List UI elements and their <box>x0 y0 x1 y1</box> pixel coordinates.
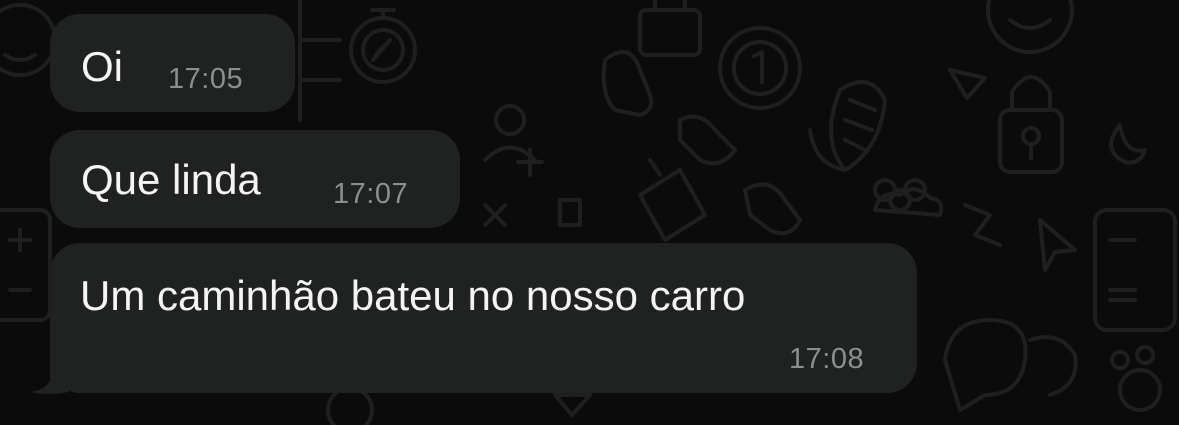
message-bubble[interactable]: Um caminhão bateu no nosso carro 17:08 <box>50 243 917 393</box>
bag-doodle-icon <box>638 0 702 57</box>
smiley-left-doodle-icon <box>0 3 57 77</box>
speech-bubbles-doodle-icon <box>943 318 1078 412</box>
bubble-tail-icon <box>30 350 68 394</box>
hand-doodle-icon <box>601 50 737 166</box>
moon-doodle-icon <box>1109 123 1147 165</box>
message-timestamp: 17:08 <box>789 343 865 375</box>
corn-doodle-icon <box>808 80 887 172</box>
people-doodle-icon <box>483 104 537 162</box>
message-text: Um caminhão bateu no nosso carro <box>80 272 746 319</box>
compass-doodle-icon <box>349 8 417 84</box>
clock-doodle-icon <box>718 26 802 110</box>
message-timestamp: 17:05 <box>168 63 244 95</box>
message-text: Oi <box>81 43 123 90</box>
calculator-right-doodle-icon <box>1093 208 1177 332</box>
message-text: Que linda <box>81 156 261 203</box>
calculator-doodle-icon <box>0 208 52 322</box>
paw-doodle-icon <box>1110 345 1162 412</box>
message-timestamp: 17:07 <box>333 178 409 210</box>
grid-doodle-icon <box>298 0 342 122</box>
shaka-doodle-icon <box>743 182 802 236</box>
padlock-doodle-icon <box>998 75 1064 174</box>
message-bubble[interactable]: Oi 17:05 <box>50 14 295 112</box>
smiley-doodle-icon <box>986 0 1074 54</box>
cursor-doodle-icon <box>1038 218 1077 272</box>
lightning-doodle-icon <box>963 203 1002 247</box>
message-bubble[interactable]: Que linda 17:07 <box>50 130 460 228</box>
bottle-doodle-icon <box>638 158 707 242</box>
send-arrow-doodle-icon <box>948 68 987 100</box>
